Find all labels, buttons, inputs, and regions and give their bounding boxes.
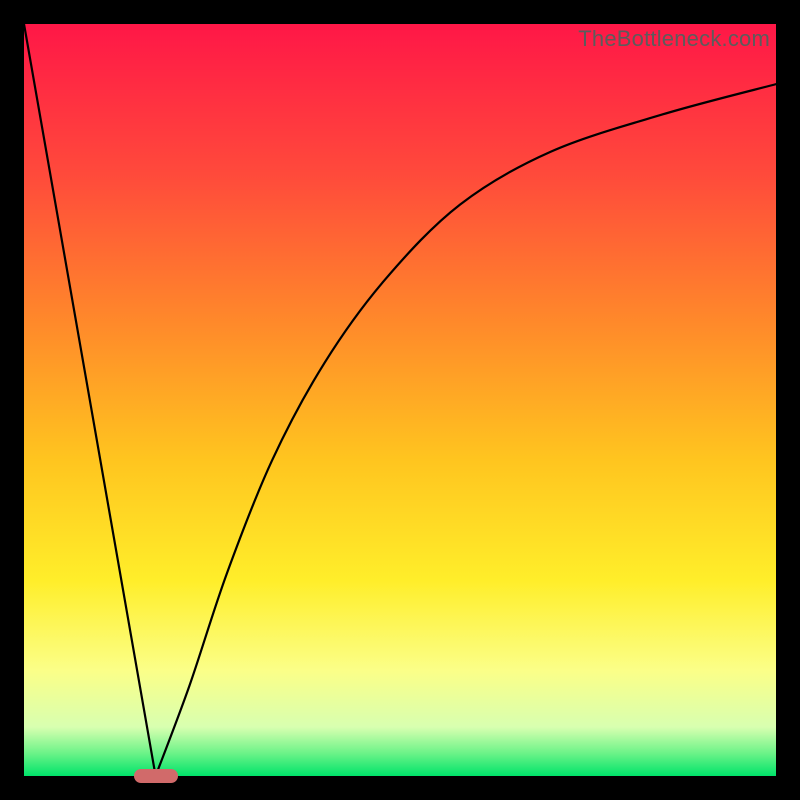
watermark-text: TheBottleneck.com — [578, 26, 770, 52]
minimum-marker — [134, 769, 178, 783]
chart-curve — [24, 24, 776, 776]
chart-frame: TheBottleneck.com — [24, 24, 776, 776]
